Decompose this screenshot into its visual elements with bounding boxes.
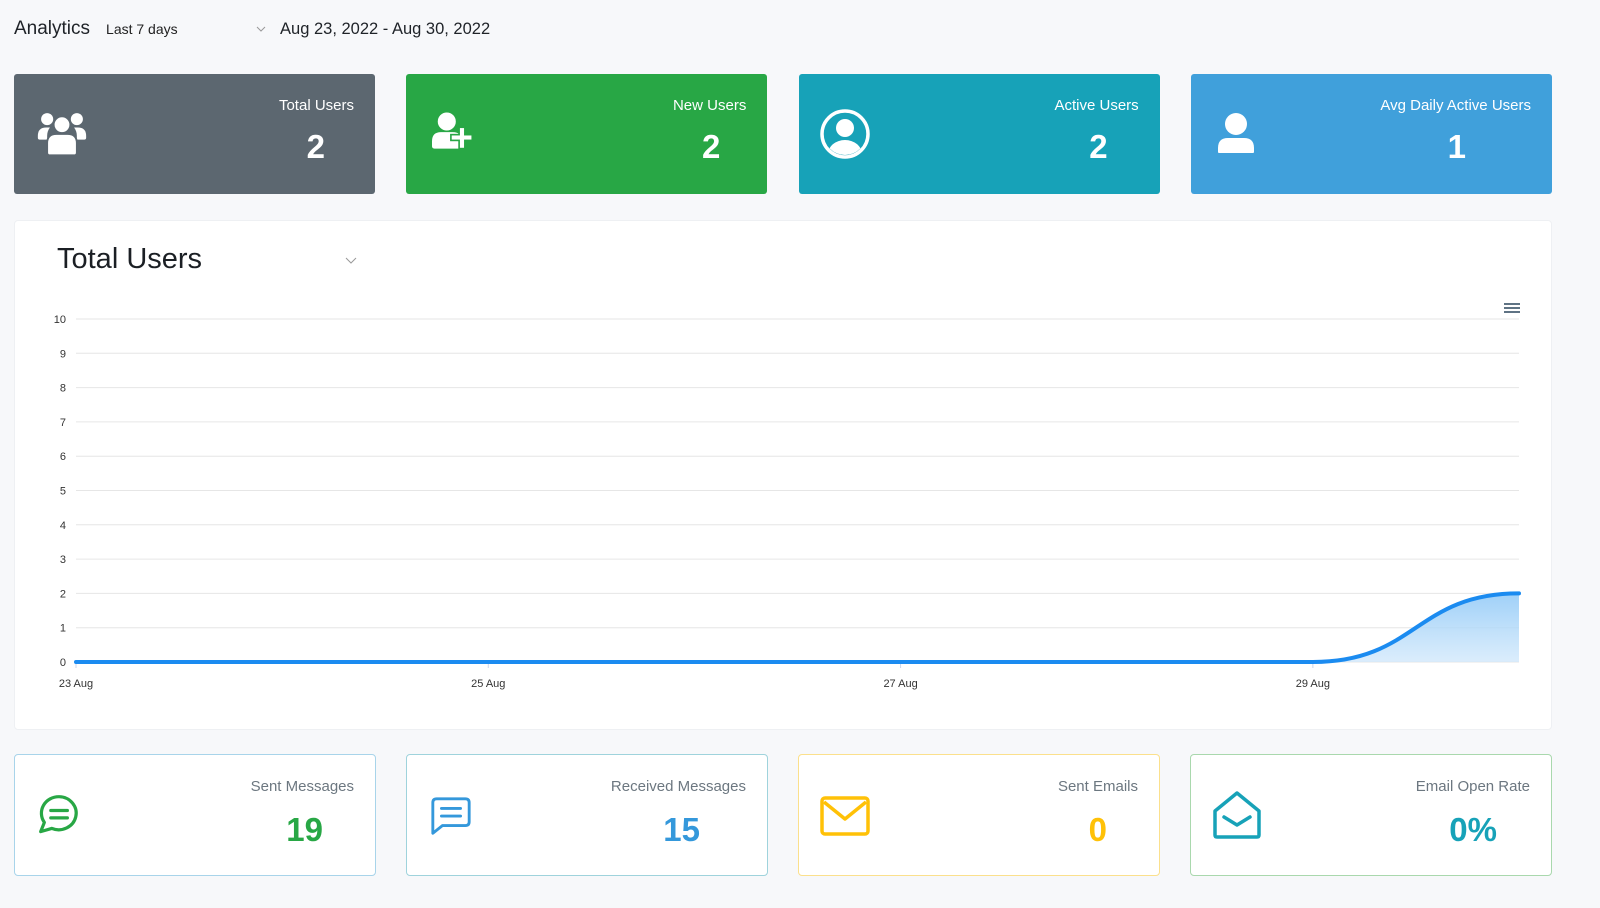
y-tick-label: 1 <box>60 623 66 635</box>
analytics-header: Analytics Last 7 days Aug 23, 2022 - Aug… <box>14 14 490 44</box>
y-tick-label: 5 <box>60 486 66 498</box>
x-tick-label: 25 Aug <box>471 678 505 690</box>
kpi-card-received-messages[interactable]: Received Messages 15 <box>406 754 768 876</box>
chat-bubble-round-icon <box>39 795 78 834</box>
y-tick-label: 6 <box>60 451 66 463</box>
date-range-text: Aug 23, 2022 - Aug 30, 2022 <box>280 19 491 38</box>
kpi-card-value: 19 <box>286 811 323 848</box>
user-icon <box>1217 113 1254 153</box>
y-tick-label: 7 <box>60 417 66 429</box>
user-circle-icon <box>819 109 870 159</box>
stat-card-label: Active Users <box>1054 97 1139 114</box>
chat-bubble-square-icon <box>431 797 471 835</box>
stat-card-total-users[interactable]: Total Users 2 <box>14 74 375 194</box>
kpi-card-label: Received Messages <box>610 778 746 795</box>
users-group-icon <box>37 113 87 157</box>
kpi-card-email-open-rate[interactable]: Email Open Rate 0% <box>1190 754 1552 876</box>
kpi-card-value: 0% <box>1449 811 1497 848</box>
total-users-chart: 0 1 2 3 4 5 6 7 8 9 10 23 Aug 25 Aug 27 Aug 29 Aug <box>54 314 1521 690</box>
chevron-down-icon <box>256 26 266 32</box>
kpi-cards: Sent Messages 19 Received Messages 15 Se… <box>14 754 1552 876</box>
y-tick-label: 2 <box>60 588 66 600</box>
stat-card-label: Total Users <box>278 97 354 114</box>
y-tick-label: 9 <box>60 348 66 360</box>
envelope-open-icon <box>1213 791 1261 839</box>
date-range-dropdown[interactable]: Last 7 days <box>106 21 266 37</box>
stat-cards: Total Users 2 New Users 2 Active Users 2… <box>14 74 1552 194</box>
x-tick-label: 27 Aug <box>883 678 917 690</box>
stat-card-value: 2 <box>701 128 721 165</box>
envelope-icon <box>820 796 870 836</box>
y-tick-label: 4 <box>60 520 66 532</box>
y-tick-label: 3 <box>60 554 66 566</box>
y-tick-label: 10 <box>54 314 66 326</box>
stat-card-label: Avg Daily Active Users <box>1380 97 1531 114</box>
kpi-card-sent-messages[interactable]: Sent Messages 19 <box>14 754 376 876</box>
stat-card-value: 1 <box>1447 128 1466 165</box>
stat-card-active-users[interactable]: Active Users 2 <box>798 74 1160 194</box>
kpi-card-label: Sent Emails <box>1057 778 1138 795</box>
stat-card-label: New Users <box>672 97 747 114</box>
date-range-dropdown-label: Last 7 days <box>106 21 178 37</box>
y-tick-label: 8 <box>60 383 66 395</box>
kpi-card-sent-emails[interactable]: Sent Emails 0 <box>798 754 1160 876</box>
kpi-card-value: 0 <box>1088 811 1107 848</box>
stat-card-avg-daily-active-users[interactable]: Avg Daily Active Users 1 <box>1190 74 1552 194</box>
kpi-card-label: Email Open Rate <box>1415 778 1530 795</box>
y-tick-label: 0 <box>60 657 66 669</box>
x-tick-label: 29 Aug <box>1296 678 1330 690</box>
user-plus-icon <box>432 112 474 150</box>
kpi-card-value: 15 <box>663 811 700 848</box>
x-tick-label: 23 Aug <box>59 678 93 690</box>
total-users-chart-card: Total Users 0 1 2 3 4 5 6 7 8 9 10 23 Aug 25 Aug 27 A… <box>14 220 1552 730</box>
kpi-card-label: Sent Messages <box>250 778 354 795</box>
page-title: Analytics <box>14 18 91 39</box>
stat-card-value: 2 <box>1089 128 1108 165</box>
stat-card-value: 2 <box>306 128 325 165</box>
stat-card-new-users[interactable]: New Users 2 <box>406 74 768 194</box>
